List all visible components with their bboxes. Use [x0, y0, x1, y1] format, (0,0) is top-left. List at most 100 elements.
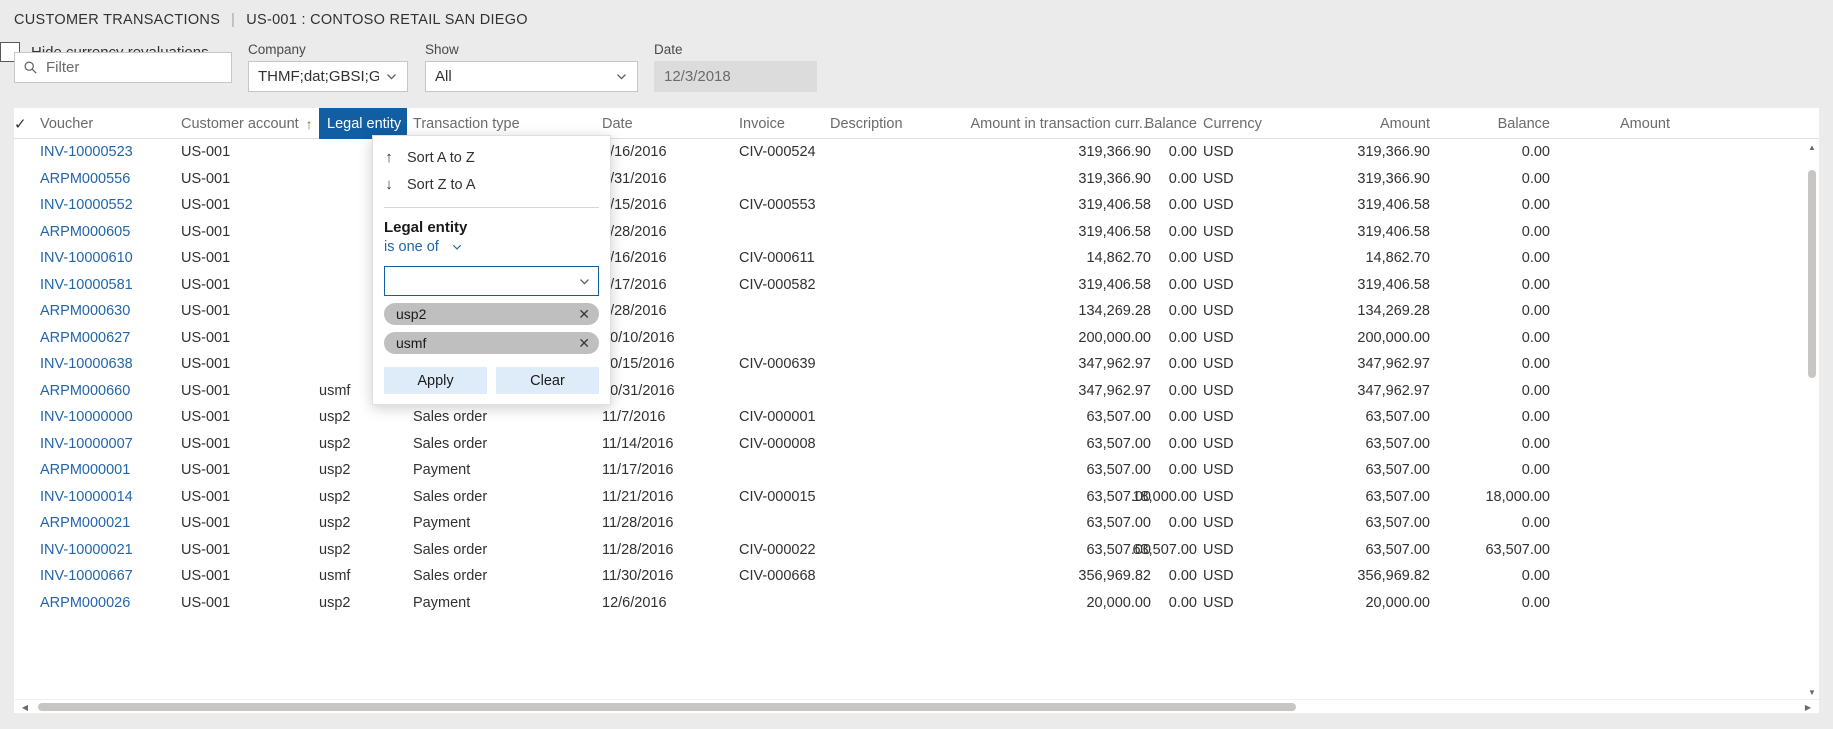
cell-voucher[interactable]: INV-10000552 — [40, 192, 170, 219]
cell-voucher[interactable]: ARPM000001 — [40, 457, 170, 484]
table-row[interactable]: INV-10000007 US-001 usp2 Sales order 11/14/2… — [14, 431, 1819, 458]
cell-invoice: CIV-000668 — [739, 568, 816, 585]
cell-balance: 0.00 — [1521, 594, 1550, 611]
breadcrumb-sub: US-001 : CONTOSO RETAIL SAN DIEGO — [246, 12, 528, 28]
cell-legalentity: usp2 — [319, 488, 351, 505]
cell-invoice: CIV-000524 — [739, 144, 816, 161]
cell-amounttc: 356,969.82 — [1078, 568, 1151, 585]
cell-currency: USD — [1203, 329, 1234, 346]
cell-voucher[interactable]: INV-10000638 — [40, 351, 170, 378]
scroll-left-icon[interactable]: ◀ — [18, 700, 32, 714]
table-row[interactable]: ARPM000001 US-001 usp2 Payment 11/17/2016 63,… — [14, 457, 1819, 484]
cell-legalentity: usp2 — [319, 409, 351, 426]
scroll-up-icon[interactable]: ▲ — [1805, 140, 1819, 154]
cell-voucher[interactable]: INV-10000007 — [40, 431, 170, 458]
vertical-scroll-track[interactable] — [1805, 154, 1819, 685]
table-row[interactable]: ARPM000605 US-001 8/28/2016 319,406.58 0.00 U… — [14, 219, 1819, 246]
vertical-scroll-thumb[interactable] — [1808, 170, 1816, 378]
cell-voucher[interactable]: ARPM000660 — [40, 378, 170, 405]
table-row[interactable]: INV-10000552 US-001 8/15/2016 CIV-000553 319… — [14, 192, 1819, 219]
cell-voucher[interactable]: ARPM000021 — [40, 510, 170, 537]
filter-token-label: usmf — [396, 335, 427, 351]
cell-voucher[interactable]: INV-10000581 — [40, 272, 170, 299]
cell-voucher[interactable]: INV-10000523 — [40, 139, 170, 166]
table-row[interactable]: ARPM000660US-001usmfPayment10/31/2016347… — [14, 378, 1819, 405]
cell-voucher[interactable]: INV-10000667 — [40, 563, 170, 590]
cell-invoice: CIV-000008 — [739, 435, 816, 452]
column-header-amount[interactable]: Amount — [1300, 108, 1430, 139]
column-header-currency[interactable]: Currency — [1203, 108, 1293, 139]
table-row[interactable]: ARPM000026 US-001 usp2 Payment 12/6/2016 20,0… — [14, 590, 1819, 617]
column-header-customer[interactable]: Customer account ↑ — [181, 108, 313, 139]
horizontal-scroll-thumb[interactable] — [38, 703, 1296, 711]
cell-voucher[interactable]: ARPM000627 — [40, 325, 170, 352]
table-row[interactable]: INV-10000667 US-001 usmf Sales order 11/30/2… — [14, 563, 1819, 590]
cell-voucher[interactable]: ARPM000605 — [40, 219, 170, 246]
grid-body: INV-10000523 US-001 7/16/2016 CIV-000524 319… — [14, 139, 1819, 699]
scroll-down-icon[interactable]: ▼ — [1805, 685, 1819, 699]
cell-voucher[interactable]: INV-10000000 — [40, 404, 170, 431]
cell-amounttc: 319,366.90 — [1078, 170, 1151, 187]
clear-button[interactable]: Clear — [496, 367, 599, 394]
cell-date: 12/6/2016 — [602, 594, 667, 611]
cell-voucher[interactable]: ARPM000556 — [40, 166, 170, 193]
cell-currency: USD — [1203, 170, 1234, 187]
vertical-scrollbar[interactable]: ▲ ▼ — [1805, 140, 1819, 699]
sort-descending-option[interactable]: ↓ Sort Z to A — [373, 171, 610, 198]
cell-customer: US-001 — [181, 435, 231, 452]
remove-token-icon[interactable]: ✕ — [578, 336, 590, 351]
table-row[interactable]: ARPM000556 US-001 7/31/2016 319,366.90 0.00 U… — [14, 166, 1819, 193]
cell-customer: US-001 — [181, 488, 231, 505]
cell-balance: 0.00 — [1521, 197, 1550, 214]
table-row[interactable]: INV-10000523 US-001 7/16/2016 CIV-000524 319… — [14, 139, 1819, 166]
table-row[interactable]: INV-10000021 US-001 usp2 Sales order 11/28/2… — [14, 537, 1819, 564]
cell-voucher[interactable]: ARPM000630 — [40, 298, 170, 325]
filter-value-input[interactable] — [384, 266, 599, 296]
table-row[interactable]: INV-10000581 US-001 9/17/2016 CIV-000582 319… — [14, 272, 1819, 299]
breadcrumb: CUSTOMER TRANSACTIONS | US-001 : CONTOSO… — [14, 12, 528, 28]
table-row[interactable]: INV-10000014 US-001 usp2 Sales order 11/21/2… — [14, 484, 1819, 511]
cell-customer: US-001 — [181, 197, 231, 214]
column-header-amounttc[interactable]: Amount in transaction curr... — [970, 108, 1151, 139]
column-header-description[interactable]: Description — [830, 108, 970, 139]
company-label: Company — [248, 42, 306, 57]
cell-date: 9/17/2016 — [602, 276, 667, 293]
cell-voucher[interactable]: ARPM000026 — [40, 590, 170, 617]
horizontal-scrollbar[interactable]: ◀ ▶ — [14, 699, 1819, 713]
company-select[interactable]: THMF;dat;GBSI;GLC... — [248, 61, 408, 92]
table-row[interactable]: INV-10000638 US-001 10/15/2016 CIV-000639 34… — [14, 351, 1819, 378]
column-header-label: Legal entity — [327, 115, 402, 132]
column-header-balance[interactable]: Balance — [1440, 108, 1550, 139]
column-header-voucher[interactable]: Voucher — [40, 108, 170, 139]
table-row[interactable]: ARPM000630 US-001 9/28/2016 134,269.28 0.00 U… — [14, 298, 1819, 325]
select-all-checkbox[interactable]: ✓ — [14, 108, 36, 139]
table-row[interactable]: ARPM000627 US-001 10/10/2016 200,000.00 0.00… — [14, 325, 1819, 352]
filter-operator-select[interactable]: is one of — [373, 236, 610, 255]
cell-voucher[interactable]: INV-10000610 — [40, 245, 170, 272]
chevron-down-icon — [451, 241, 463, 253]
column-header-balancetc[interactable]: Balance — [1145, 108, 1197, 139]
filter-input-wrapper[interactable]: Filter — [14, 52, 232, 83]
cell-amount: 200,000.00 — [1357, 329, 1430, 346]
cell-balancetc: 0.00 — [1168, 409, 1197, 426]
breadcrumb-main[interactable]: CUSTOMER TRANSACTIONS — [14, 12, 220, 28]
cell-balancetc: 0.00 — [1168, 197, 1197, 214]
apply-button[interactable]: Apply — [384, 367, 487, 394]
show-select[interactable]: All — [425, 61, 638, 92]
cell-customer: US-001 — [181, 170, 231, 187]
cell-date: 11/30/2016 — [602, 568, 674, 585]
remove-token-icon[interactable]: ✕ — [578, 307, 590, 322]
cell-voucher[interactable]: INV-10000014 — [40, 484, 170, 511]
cell-voucher[interactable]: INV-10000021 — [40, 537, 170, 564]
table-row[interactable]: INV-10000000 US-001 usp2 Sales order 11/7/20… — [14, 404, 1819, 431]
sort-ascending-option[interactable]: ↑ Sort A to Z — [373, 144, 610, 171]
column-header-date[interactable]: Date — [602, 108, 722, 139]
scroll-right-icon[interactable]: ▶ — [1801, 700, 1815, 714]
filter-input-placeholder[interactable]: Filter — [46, 59, 79, 76]
table-row[interactable]: ARPM000021 US-001 usp2 Payment 11/28/2016 63,… — [14, 510, 1819, 537]
cell-balance: 18,000.00 — [1485, 488, 1550, 505]
cell-customer: US-001 — [181, 409, 231, 426]
column-header-amount2[interactable]: Amount — [1560, 108, 1670, 139]
date-input[interactable]: 12/3/2018 — [654, 61, 817, 92]
table-row[interactable]: INV-10000610 US-001 9/16/2016 CIV-000611 14,… — [14, 245, 1819, 272]
